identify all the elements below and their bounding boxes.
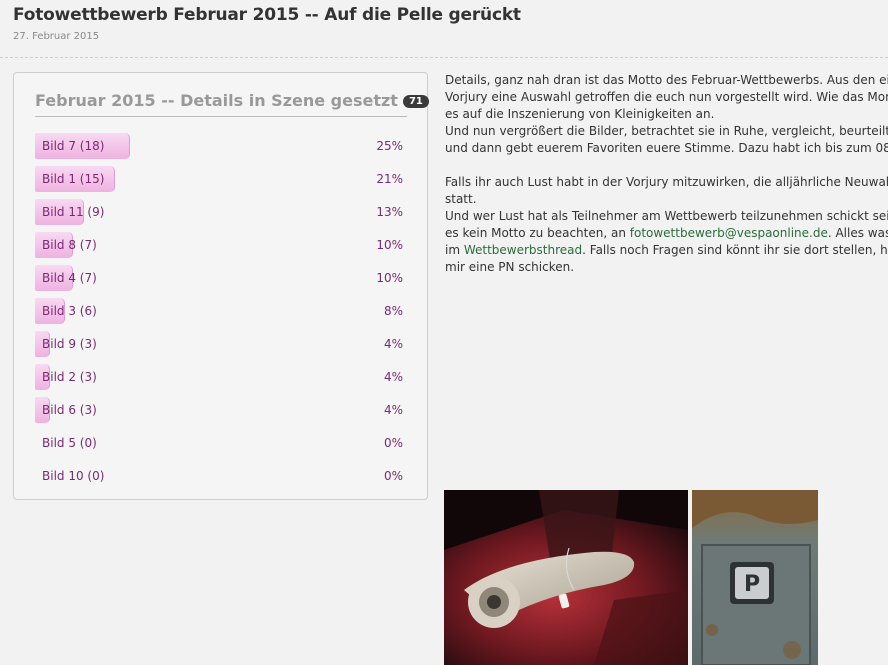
poll-option-percent: 4% [383, 337, 403, 351]
article-body: Details, ganz nah dran ist das Motto des… [445, 72, 888, 276]
vote-count-badge: 71 [402, 95, 429, 108]
article-text: es auf die Inszenierung von Kleinigkeite… [445, 107, 715, 121]
poll-option-percent: 4% [383, 403, 403, 417]
poll-option-label: Bild 5 (0) [42, 436, 97, 450]
poll-option: Bild 5 (0) 0% [35, 430, 403, 456]
poll-option-label: Bild 8 (7) [42, 238, 97, 252]
article-text: mir eine PN schicken. [445, 260, 575, 274]
contest-photo-1[interactable] [444, 490, 688, 665]
poll-option: Bild 3 (6) 8% [35, 298, 403, 324]
poll-option: Bild 11 (9) 13% [35, 199, 403, 225]
article-text: Falls ihr auch Lust habt in der Vorjury … [445, 175, 888, 189]
header-divider [0, 57, 888, 58]
poll-option-percent: 4% [383, 370, 403, 384]
poll-option: Bild 2 (3) 4% [35, 364, 403, 390]
article-text-segment: es kein Motto zu beachten, an [445, 226, 630, 240]
poll-widget: Februar 2015 -- Details in Szene gesetzt… [13, 72, 429, 500]
poll-option-percent: 13% [376, 205, 403, 219]
svg-text:P: P [744, 572, 760, 597]
poll-option-percent: 0% [383, 436, 403, 450]
poll-option-label: Bild 6 (3) [42, 403, 97, 417]
article-text-segment: . Alles was ih [827, 226, 888, 240]
poll-option-percent: 0% [383, 469, 403, 483]
poll-option: Bild 9 (3) 4% [35, 331, 403, 357]
poll-option: Bild 8 (7) 10% [35, 232, 403, 258]
email-link[interactable]: fotowettbewerb@vespaonline.de [630, 226, 828, 240]
article-text-segment: . Falls noch Fragen sind könnt ihr sie d… [582, 243, 888, 257]
poll-option-label: Bild 1 (15) [42, 172, 105, 186]
article-text: und dann gebt euerem Favoriten euere Sti… [445, 141, 888, 155]
poll-option: Bild 6 (3) 4% [35, 397, 403, 423]
article-text: statt. [445, 192, 477, 206]
poll-option-label: Bild 2 (3) [42, 370, 97, 384]
contest-photo-2[interactable]: P [692, 490, 818, 665]
poll-option-percent: 25% [376, 139, 403, 153]
poll-option-percent: 10% [376, 238, 403, 252]
poll-option-label: Bild 3 (6) [42, 304, 97, 318]
article-text: Und wer Lust hat als Teilnehmer am Wettb… [445, 209, 888, 223]
poll-option-percent: 21% [376, 172, 403, 186]
page-header: Fotowettbewerb Februar 2015 -- Auf die P… [13, 5, 888, 42]
article-text: Details, ganz nah dran ist das Motto des… [445, 73, 888, 87]
poll-option-label: Bild 10 (0) [42, 469, 105, 483]
article-text-segment: im [445, 243, 464, 257]
poll-option: Bild 1 (15) 21% [35, 166, 403, 192]
poll-title: Februar 2015 -- Details in Szene gesetzt… [35, 91, 429, 117]
poll-option-percent: 8% [383, 304, 403, 318]
page-date: 27. Februar 2015 [13, 31, 100, 42]
poll-option: Bild 10 (0) 0% [35, 463, 403, 489]
poll-option-label: Bild 7 (18) [42, 139, 105, 153]
thread-link[interactable]: Wettbewerbsthread [464, 243, 582, 257]
article-text: es kein Motto zu beachten, an fotowettbe… [445, 225, 888, 242]
poll-option-label: Bild 11 (9) [42, 205, 105, 219]
article-text: Vorjury eine Auswahl getroffen die euch … [445, 90, 888, 104]
poll-title-text: Februar 2015 -- Details in Szene gesetzt [35, 91, 398, 110]
poll-option: Bild 4 (7) 10% [35, 265, 403, 291]
article-text: im Wettbewerbsthread. Falls noch Fragen … [445, 242, 888, 259]
poll-option: Bild 7 (18) 25% [35, 133, 403, 159]
article-text: Und nun vergrößert die Bilder, betrachte… [445, 124, 888, 138]
poll-option-percent: 10% [376, 271, 403, 285]
page-title: Fotowettbewerb Februar 2015 -- Auf die P… [13, 5, 521, 25]
poll-option-label: Bild 9 (3) [42, 337, 97, 351]
poll-option-label: Bild 4 (7) [42, 271, 97, 285]
